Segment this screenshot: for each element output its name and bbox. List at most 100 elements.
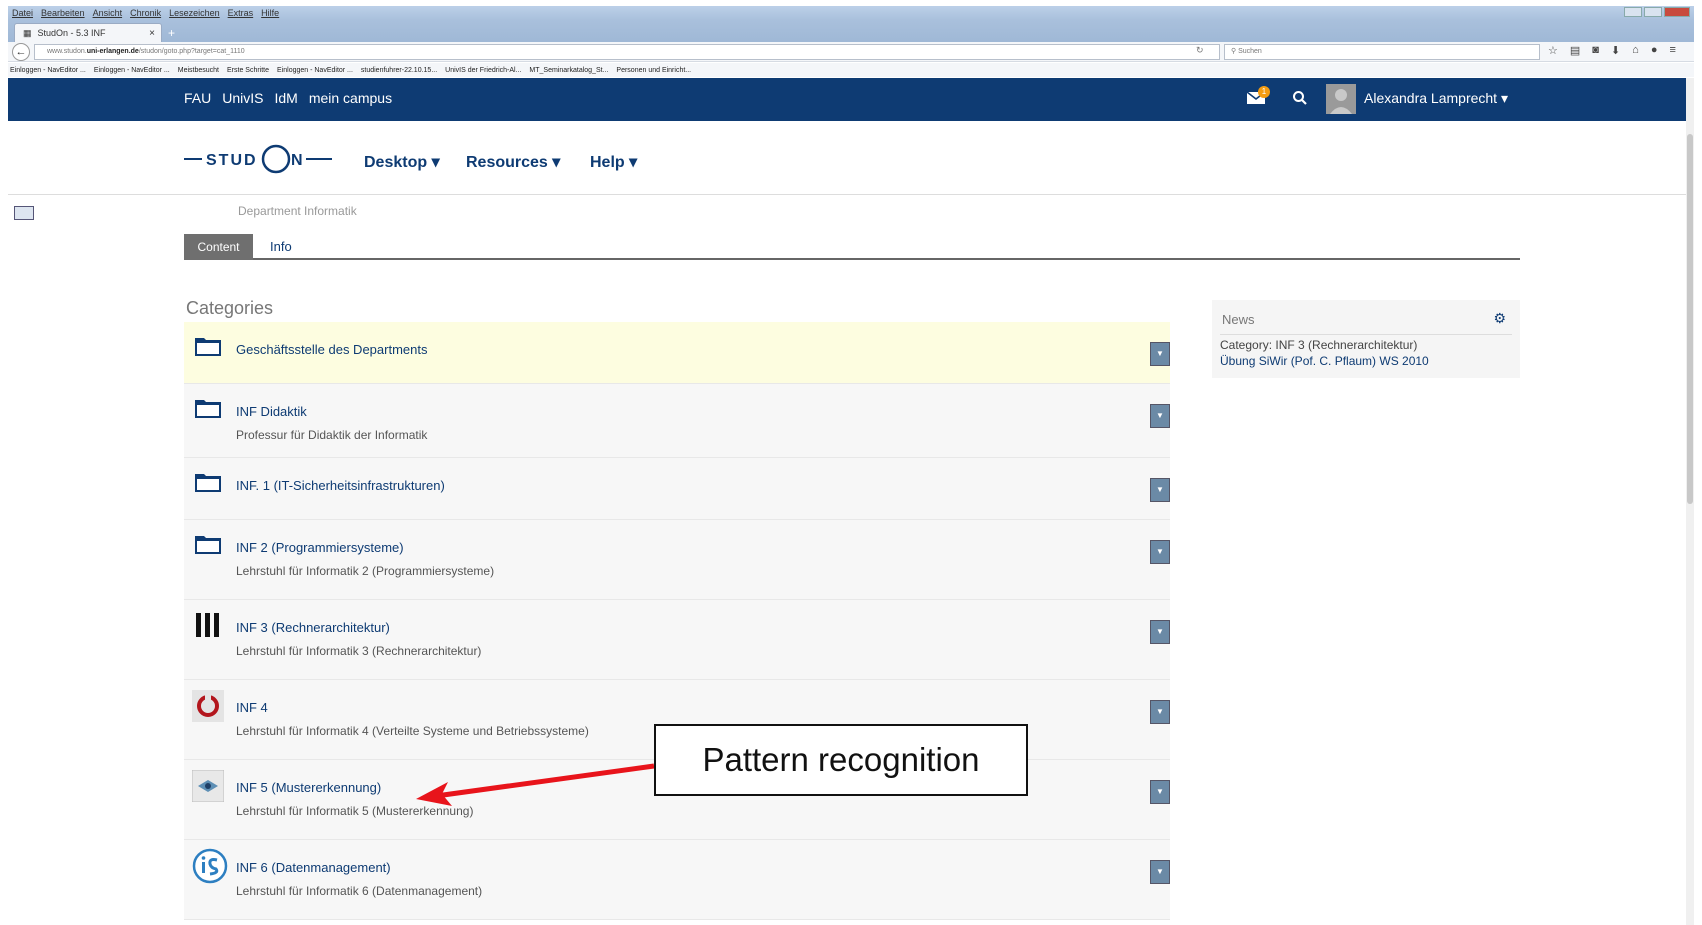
caret-down-icon: ▾ [427, 154, 440, 171]
bookmark-item[interactable]: Einloggen - NavEditor ... [94, 67, 170, 74]
url-prefix: www.studon. [47, 48, 87, 55]
search-placeholder: Suchen [1238, 48, 1262, 55]
category-desc: Lehrstuhl für Informatik 4 (Verteilte Sy… [236, 724, 589, 738]
link-idm[interactable]: IdM [274, 90, 297, 106]
category-desc: Professur für Didaktik der Informatik [236, 428, 428, 442]
bookmark-item[interactable]: UnivIS der Friedrich-Al... [445, 67, 521, 74]
menu-chronik[interactable]: Chronik [130, 8, 161, 18]
category-title[interactable]: INF 5 (Mustererkennung) [236, 780, 381, 795]
actions-dropdown-button[interactable]: ▼ [1150, 478, 1170, 502]
bookmark-item[interactable]: Personen und Einricht... [616, 67, 691, 74]
breadcrumb[interactable]: Department Informatik [238, 204, 357, 218]
category-title[interactable]: INF 3 (Rechnerarchitektur) [236, 620, 390, 635]
category-title[interactable]: INF. 1 (IT-Sicherheitsinfrastrukturen) [236, 478, 445, 493]
news-panel: News ⚙ Category: INF 3 (Rechnerarchitekt… [1212, 300, 1520, 378]
category-desc: Lehrstuhl für Informatik 6 (Datenmanagem… [236, 884, 483, 898]
url-path: /studon/goto.php?target=cat_1110 [138, 48, 245, 55]
categories-heading: Categories [186, 298, 274, 318]
link-mein-campus[interactable]: mein campus [309, 90, 392, 106]
clipboard-icon[interactable]: ▤ [1570, 44, 1580, 57]
category-title[interactable]: INF 4 [236, 700, 268, 715]
list-item[interactable]: INF 2 (Programmiersysteme) Lehrstuhl für… [184, 520, 1170, 600]
avatar[interactable] [1326, 84, 1356, 114]
home-icon[interactable]: ⌂ [1632, 44, 1639, 57]
hamburger-menu-icon[interactable]: ≡ [1669, 44, 1675, 57]
news-category: Category: INF 3 (Rechnerarchitektur) [1220, 338, 1418, 352]
bookmark-star-icon[interactable]: ☆ [1548, 44, 1558, 57]
favicon-icon: ▦ [23, 27, 32, 38]
bookmark-item[interactable]: Einloggen - NavEditor ... [277, 67, 353, 74]
search-icon[interactable] [1292, 90, 1308, 106]
caret-down-icon: ▾ [547, 154, 561, 171]
close-window-button[interactable] [1664, 7, 1690, 17]
category-title[interactable]: Geschäftsstelle des Departments [236, 342, 427, 357]
bookmark-item[interactable]: Erste Schritte [227, 67, 269, 74]
vertical-scrollbar[interactable] [1686, 78, 1694, 925]
category-desc: Lehrstuhl für Informatik 2 (Programmiers… [236, 564, 495, 578]
browser-tab[interactable]: ▦ StudOn - 5.3 INF × [14, 23, 162, 42]
annotation-callout: Pattern recognition [654, 724, 1028, 796]
studon-logo[interactable]: STUD N [184, 141, 336, 177]
maximize-button[interactable] [1644, 7, 1662, 17]
bookmark-item[interactable]: MT_Seminarkatalog_St... [529, 67, 608, 74]
back-button[interactable]: ← [12, 43, 30, 61]
nav-resources[interactable]: Resources ▾ [466, 152, 560, 172]
nav-help[interactable]: Help ▾ [590, 152, 637, 172]
window-controls [1624, 7, 1690, 17]
new-tab-icon[interactable]: + [168, 26, 175, 40]
list-item[interactable]: INF. 1 (IT-Sicherheitsinfrastrukturen) ▼ [184, 458, 1170, 520]
menu-datei[interactable]: Datei [12, 8, 33, 18]
link-univis[interactable]: UnivIS [222, 90, 263, 106]
actions-dropdown-button[interactable]: ▼ [1150, 540, 1170, 564]
url-bar[interactable]: www.studon.uni-erlangen.de/studon/goto.p… [34, 44, 1220, 60]
menu-ansicht[interactable]: Ansicht [93, 8, 123, 18]
bookmark-item[interactable]: Meistbesucht [178, 67, 219, 74]
user-menu[interactable]: Alexandra Lamprecht ▾ [1364, 90, 1508, 107]
news-heading: News [1222, 312, 1255, 327]
actions-dropdown-button[interactable]: ▼ [1150, 860, 1170, 884]
pocket-icon[interactable]: ◙ [1592, 44, 1599, 57]
category-title[interactable]: INF Didaktik [236, 404, 307, 419]
list-item[interactable]: INF Didaktik Professur für Didaktik der … [184, 384, 1170, 458]
nav-desktop[interactable]: Desktop ▾ [364, 152, 440, 172]
actions-dropdown-button[interactable]: ▼ [1150, 700, 1170, 724]
actions-dropdown-button[interactable]: ▼ [1150, 404, 1170, 428]
list-item[interactable]: Geschäftsstelle des Departments ▼ [184, 322, 1170, 384]
actions-dropdown-button[interactable]: ▼ [1150, 780, 1170, 804]
actions-dropdown-button[interactable]: ▼ [1150, 342, 1170, 366]
close-tab-icon[interactable]: × [149, 28, 155, 39]
menu-bearbeiten[interactable]: Bearbeiten [41, 8, 85, 18]
category-title[interactable]: INF 2 (Programmiersysteme) [236, 540, 404, 555]
bookmark-item[interactable]: Einloggen - NavEditor ... [10, 67, 86, 74]
menu-extras[interactable]: Extras [228, 8, 254, 18]
link-fau[interactable]: FAU [184, 90, 211, 106]
category-title[interactable]: INF 6 (Datenmanagement) [236, 860, 391, 875]
tab-strip: ▦ StudOn - 5.3 INF × + [8, 20, 1694, 42]
actions-dropdown-button[interactable]: ▼ [1150, 620, 1170, 644]
list-item[interactable]: INF 3 (Rechnerarchitektur) Lehrstuhl für… [184, 600, 1170, 680]
minimize-button[interactable] [1624, 7, 1642, 17]
browser-search-input[interactable]: ⚲ Suchen [1224, 44, 1540, 60]
bookmark-item[interactable]: studienfuhrer-22.10.15... [361, 67, 437, 74]
menu-lesezeichen[interactable]: Lesezeichen [169, 8, 220, 18]
main-navigation: STUD N Desktop ▾ Resources ▾ Help ▾ [8, 121, 1686, 195]
chat-icon[interactable]: ● [1651, 44, 1658, 57]
gear-icon[interactable]: ⚙ [1493, 310, 1506, 327]
top-links: FAU UnivIS IdM mein campus [184, 90, 392, 106]
ring-logo-icon [192, 690, 224, 722]
list-item[interactable]: INF 6 (Datenmanagement) Lehrstuhl für In… [184, 840, 1170, 920]
caret-down-icon: ▾ [624, 154, 638, 171]
sidebar-toggle-icon[interactable] [14, 206, 34, 220]
bookmarks-toolbar: Einloggen - NavEditor ... Einloggen - Na… [8, 63, 1694, 77]
scrollbar-thumb[interactable] [1687, 134, 1693, 504]
news-link[interactable]: Übung SiWir (Pof. C. Pflaum) WS 2010 [1220, 354, 1429, 368]
download-icon[interactable]: ⬇ [1611, 44, 1620, 57]
three-bars-icon [196, 613, 219, 637]
menu-hilfe[interactable]: Hilfe [261, 8, 279, 18]
folder-icon [195, 536, 221, 554]
user-name: Alexandra Lamprecht [1364, 90, 1498, 106]
category-desc: Lehrstuhl für Informatik 3 (Rechnerarchi… [236, 644, 482, 658]
reload-icon[interactable]: ↻ [1196, 45, 1204, 56]
tab-info[interactable]: Info [270, 234, 292, 260]
tab-content[interactable]: Content [184, 234, 253, 260]
